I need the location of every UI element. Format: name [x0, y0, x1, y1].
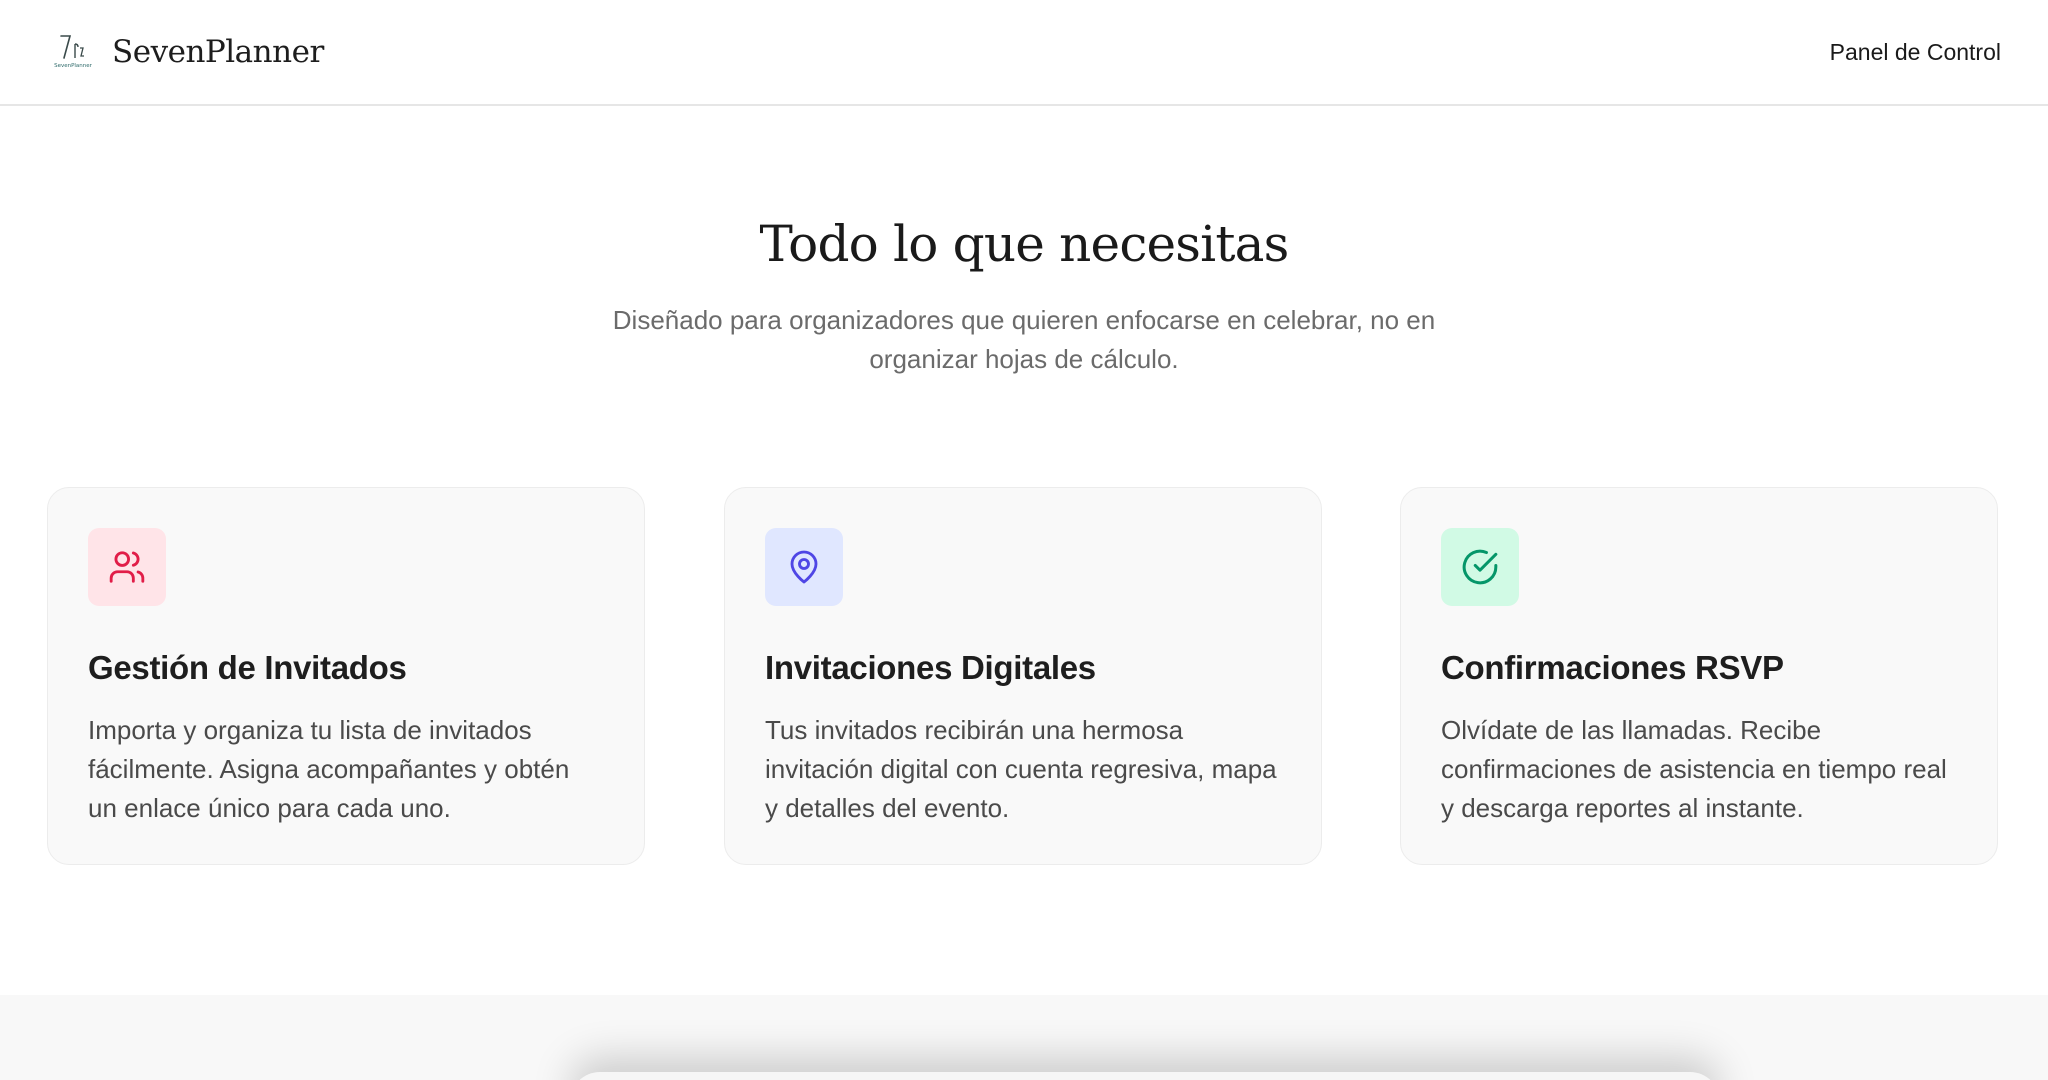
- sevenplanner-logo: SevenPlanner: [54, 35, 93, 69]
- feature-title: Confirmaciones RSVP: [1441, 649, 1784, 686]
- brand-home-link[interactable]: SevenPlanner SevenPlanner: [51, 32, 324, 72]
- next-section-preview-panel: [570, 1072, 1720, 1080]
- feature-card-rsvp: Confirmaciones RSVP Olvídate de las llam…: [1400, 487, 1998, 865]
- rsvp-icon-tile: [1441, 528, 1519, 606]
- feature-description: Importa y organiza tu lista de invitados…: [88, 715, 570, 823]
- invitations-icon-tile: [765, 528, 843, 606]
- feature-card-guests: Gestión de Invitados Importa y organiza …: [47, 487, 645, 865]
- section-title: Todo lo que necesitas: [759, 215, 1289, 273]
- users-icon: [109, 551, 145, 583]
- map-pin-icon: [790, 550, 818, 584]
- next-section-background: [0, 995, 2048, 1080]
- svg-text:SevenPlanner: SevenPlanner: [54, 63, 93, 69]
- feature-title: Gestión de Invitados: [88, 649, 407, 686]
- feature-description: Olvídate de las llamadas. Recibe confirm…: [1441, 715, 1947, 823]
- feature-description: Tus invitados recibirán una hermosa invi…: [765, 715, 1277, 823]
- feature-cards: Gestión de Invitados Importa y organiza …: [47, 487, 1999, 865]
- top-navbar: SevenPlanner SevenPlanner Panel de Contr…: [0, 0, 2048, 106]
- brand-name: SevenPlanner: [112, 34, 324, 70]
- features-hero: Todo lo que necesitas Diseñado para orga…: [0, 215, 2048, 379]
- feature-title: Invitaciones Digitales: [765, 649, 1096, 686]
- dashboard-link[interactable]: Panel de Control: [1830, 39, 2001, 66]
- check-circle-icon: [1462, 549, 1498, 585]
- feature-card-invitations: Invitaciones Digitales Tus invitados rec…: [724, 487, 1322, 865]
- guests-icon-tile: [88, 528, 166, 606]
- section-subtitle: Diseñado para organizadores que quieren …: [612, 305, 1436, 374]
